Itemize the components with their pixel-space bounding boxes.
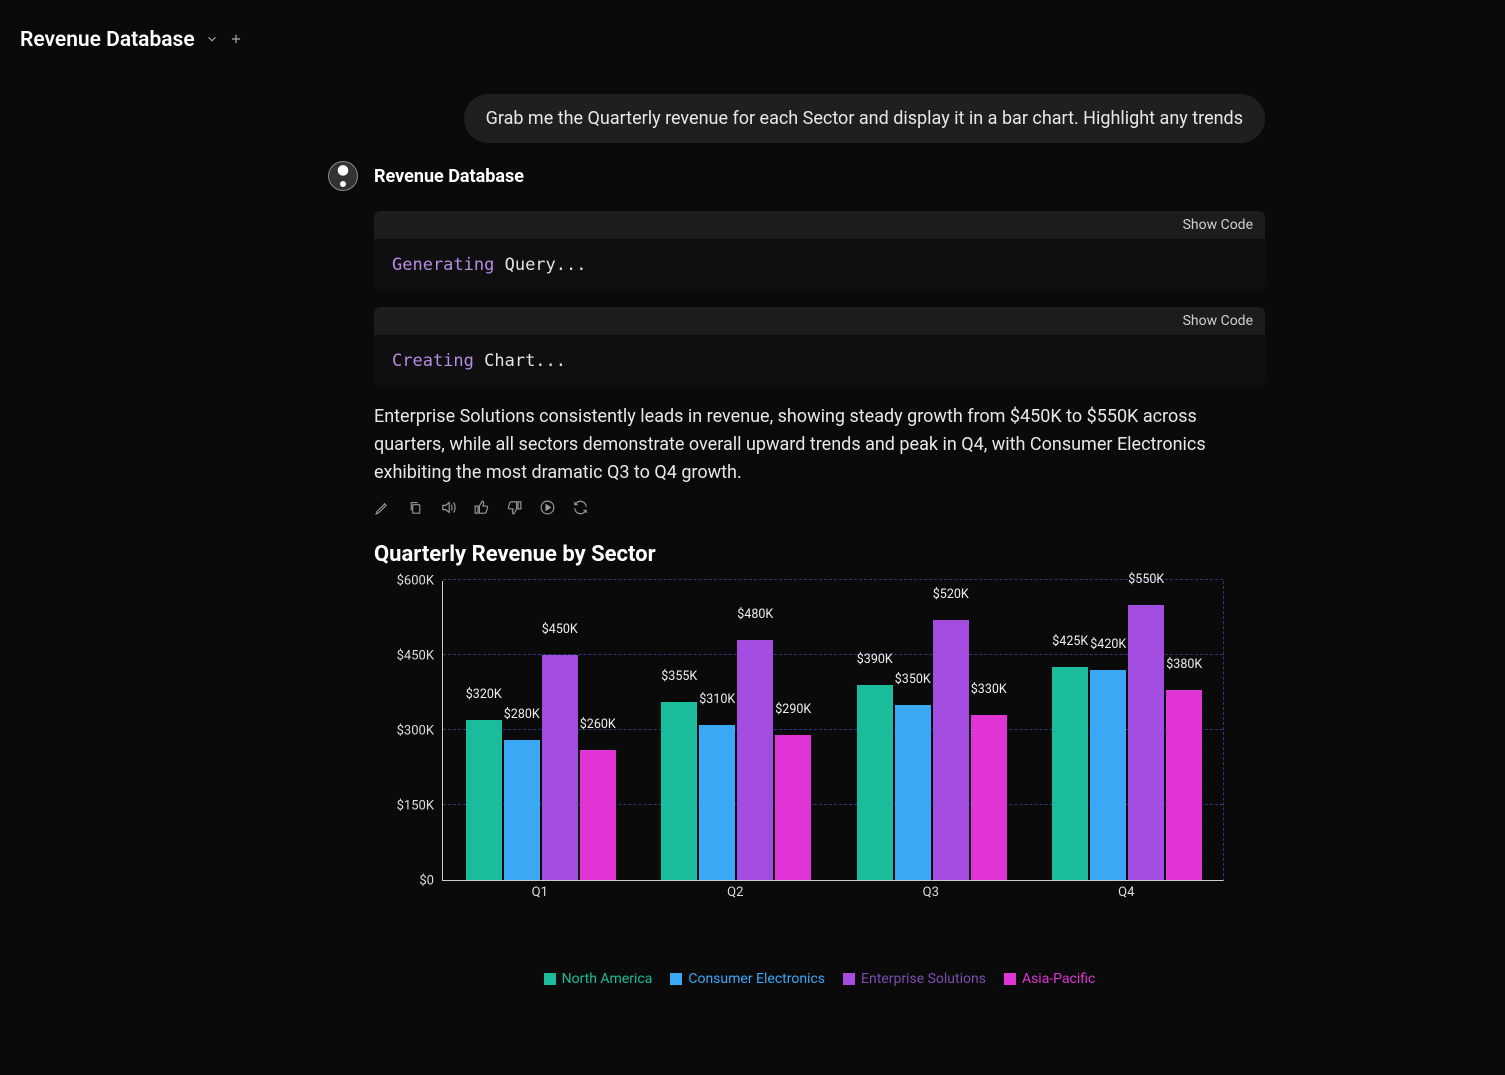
y-axis-tick: $150K [397, 798, 434, 813]
code-panel-header: Show Code [374, 307, 1265, 335]
legend-item[interactable]: Asia-Pacific [1004, 971, 1095, 987]
legend-swatch [670, 973, 682, 985]
user-message: Grab me the Quarterly revenue for each S… [464, 94, 1265, 143]
chart-title: Quarterly Revenue by Sector [374, 542, 1265, 567]
y-axis-tick: $450K [397, 648, 434, 663]
assistant-name: Revenue Database [374, 166, 524, 187]
y-axis-tick: $600K [397, 573, 434, 588]
bar-value-label: $480K [725, 607, 785, 622]
bar-value-label: $290K [763, 702, 823, 717]
y-axis-tick: $300K [397, 723, 434, 738]
legend-label: Enterprise Solutions [861, 971, 986, 987]
bar-value-label: $320K [454, 687, 514, 702]
y-axis-tick: $0 [419, 873, 434, 888]
legend-swatch [544, 973, 556, 985]
chart-bar [857, 685, 893, 880]
legend-item[interactable]: Consumer Electronics [670, 971, 825, 987]
x-axis-tick: Q3 [923, 885, 939, 900]
thumbs-down-icon[interactable] [506, 499, 523, 520]
chart-bar [661, 702, 697, 880]
thumbs-up-icon[interactable] [473, 499, 490, 520]
legend-item[interactable]: North America [544, 971, 653, 987]
chart-bar [1090, 670, 1126, 880]
bar-value-label: $380K [1154, 657, 1214, 672]
bar-value-label: $550K [1116, 572, 1176, 587]
code-text: Chart... [474, 351, 566, 371]
copy-icon[interactable] [407, 499, 424, 520]
speaker-icon[interactable] [440, 499, 457, 520]
bar-value-label: $260K [568, 717, 628, 732]
bar-value-label: $450K [530, 622, 590, 637]
assistant-block: Revenue Database Show Code Generating Qu… [0, 161, 1265, 987]
code-panel-body: Creating Chart... [374, 335, 1265, 387]
chart-bar [737, 640, 773, 880]
chat-area: Grab me the Quarterly revenue for each S… [0, 64, 1505, 987]
bar-value-label: $330K [959, 682, 1019, 697]
legend-label: Consumer Electronics [688, 971, 825, 987]
chart-bar [895, 705, 931, 880]
refresh-icon[interactable] [572, 499, 589, 520]
page-header: Revenue Database [0, 0, 1505, 64]
bar-value-label: $390K [845, 652, 905, 667]
play-icon[interactable] [539, 499, 556, 520]
code-text: Query... [494, 255, 586, 275]
x-axis-tick: Q1 [532, 885, 548, 900]
legend-swatch [1004, 973, 1016, 985]
assistant-analysis: Enterprise Solutions consistently leads … [374, 403, 1265, 487]
x-axis-tick: Q4 [1118, 885, 1134, 900]
chart-wrap: $320K$280K$450K$260K$355K$310K$480K$290K… [374, 581, 1224, 921]
legend-label: Asia-Pacific [1022, 971, 1095, 987]
chart-bar [933, 620, 969, 880]
chart-container: Quarterly Revenue by Sector $320K$280K$4… [374, 542, 1265, 987]
code-panel-header: Show Code [374, 211, 1265, 239]
show-code-button[interactable]: Show Code [1183, 217, 1253, 233]
chart-bar [466, 720, 502, 880]
user-message-row: Grab me the Quarterly revenue for each S… [0, 94, 1265, 143]
code-panel-chart: Show Code Creating Chart... [374, 307, 1265, 387]
chart-bar [775, 735, 811, 880]
chart-bar [1166, 690, 1202, 880]
chart-bar [1128, 605, 1164, 880]
bar-value-label: $355K [649, 669, 709, 684]
assistant-avatar [328, 161, 358, 191]
code-panel-query: Show Code Generating Query... [374, 211, 1265, 291]
edit-icon[interactable] [374, 499, 391, 520]
chart-legend: North America Consumer Electronics Enterpr… [374, 971, 1265, 987]
legend-label: North America [562, 971, 653, 987]
show-code-button[interactable]: Show Code [1183, 313, 1253, 329]
chart-bar [504, 740, 540, 880]
chevron-down-icon[interactable] [205, 31, 219, 50]
legend-item[interactable]: Enterprise Solutions [843, 971, 986, 987]
code-keyword: Generating [392, 255, 494, 275]
assistant-header: Revenue Database [328, 161, 1265, 191]
plus-icon[interactable] [229, 31, 243, 50]
code-keyword: Creating [392, 351, 474, 371]
chart-bar [699, 725, 735, 880]
action-row [374, 499, 1265, 520]
chart-bar [1052, 667, 1088, 880]
plot-area: $320K$280K$450K$260K$355K$310K$480K$290K… [442, 581, 1224, 881]
bar-value-label: $520K [921, 587, 981, 602]
page-title: Revenue Database [20, 28, 195, 52]
x-axis-tick: Q2 [727, 885, 743, 900]
legend-swatch [843, 973, 855, 985]
chart-bar [580, 750, 616, 880]
chart-bar [971, 715, 1007, 880]
code-panel-body: Generating Query... [374, 239, 1265, 291]
chart-bar [542, 655, 578, 880]
